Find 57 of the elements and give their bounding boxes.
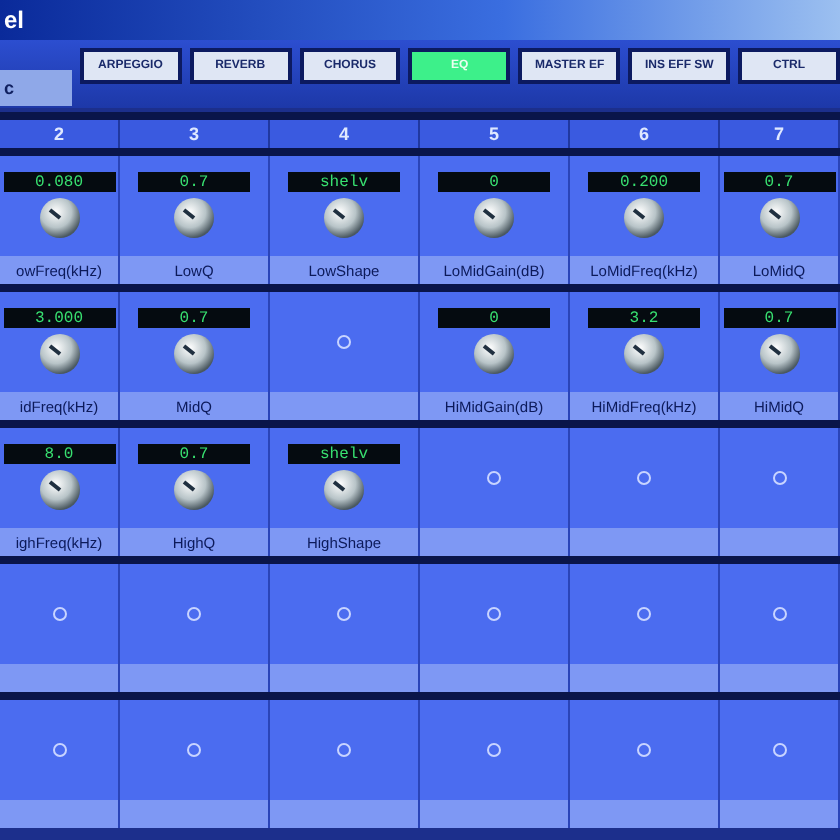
value-display: 3.000: [3, 308, 115, 328]
window-title: el: [4, 6, 25, 34]
side-label: c: [0, 70, 72, 106]
label-bar: [720, 800, 838, 828]
label-bar: [0, 664, 118, 692]
value-display: 0.7: [138, 444, 250, 464]
label-bar: [720, 528, 838, 556]
value-display: 8.0: [3, 444, 115, 464]
column-header: 7: [720, 120, 840, 148]
knob-control[interactable]: [757, 196, 801, 240]
empty-slot-icon: [336, 742, 352, 758]
column-header: 3: [120, 120, 270, 148]
column-header: 4: [270, 120, 420, 148]
empty-slot-icon: [636, 470, 652, 486]
value-display: 0: [438, 172, 550, 192]
empty-slot-icon: [636, 606, 652, 622]
empty-slot-icon: [486, 742, 502, 758]
knob-control[interactable]: [622, 332, 666, 376]
knob-control[interactable]: [322, 196, 366, 240]
value-display: shelv: [288, 172, 400, 192]
label-bar: [720, 664, 838, 692]
empty-slot-icon: [771, 470, 787, 486]
empty-slot-icon: [636, 742, 652, 758]
column-header: 2: [0, 120, 120, 148]
value-display: 0: [438, 308, 550, 328]
knob-control[interactable]: [322, 468, 366, 512]
knob-control[interactable]: [622, 196, 666, 240]
knob-control[interactable]: [472, 196, 516, 240]
knob-control[interactable]: [37, 468, 81, 512]
knob-control[interactable]: [472, 332, 516, 376]
value-display: 0.7: [138, 172, 250, 192]
value-display: 0.200: [588, 172, 700, 192]
value-display: 0.7: [138, 308, 250, 328]
value-display: 3.2: [588, 308, 700, 328]
value-display: 0.7: [723, 172, 835, 192]
knob-control[interactable]: [172, 196, 216, 240]
empty-slot-icon: [336, 334, 352, 350]
knob-control[interactable]: [172, 468, 216, 512]
label-bar: [0, 800, 118, 828]
empty-slot-icon: [51, 606, 67, 622]
value-display: 0.7: [723, 308, 835, 328]
knob-control[interactable]: [37, 196, 81, 240]
value-display: shelv: [288, 444, 400, 464]
empty-slot-icon: [771, 742, 787, 758]
empty-slot-icon: [486, 606, 502, 622]
empty-slot-icon: [336, 606, 352, 622]
empty-slot-icon: [771, 606, 787, 622]
empty-slot-icon: [186, 606, 202, 622]
column-header: 5: [420, 120, 570, 148]
empty-slot-icon: [51, 742, 67, 758]
knob-control[interactable]: [172, 332, 216, 376]
knob-control[interactable]: [757, 332, 801, 376]
value-display: 0.080: [3, 172, 115, 192]
knob-control[interactable]: [37, 332, 81, 376]
empty-slot-icon: [486, 470, 502, 486]
empty-slot-icon: [186, 742, 202, 758]
column-header: 6: [570, 120, 720, 148]
